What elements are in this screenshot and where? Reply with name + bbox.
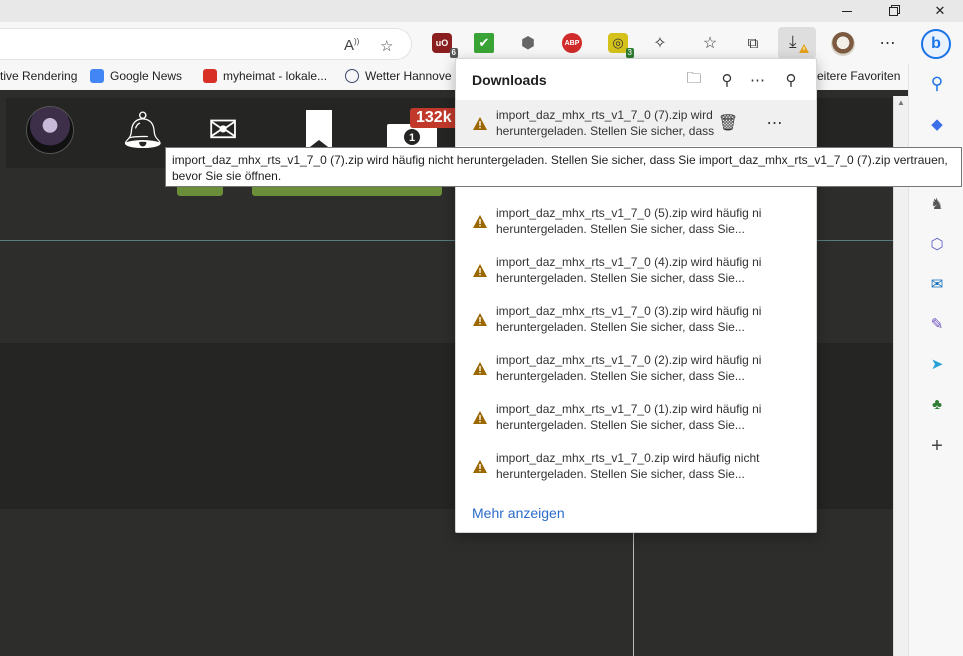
warning-icon [473, 460, 487, 473]
coin-extension-badge: 3 [625, 48, 634, 58]
microsoft-365-icon[interactable]: ⬡ [927, 234, 947, 254]
bell-icon[interactable]: 🔔︎ [120, 110, 166, 150]
download-status: heruntergeladen. Stellen Sie sicher, das… [496, 369, 745, 383]
download-filename: import_daz_mhx_rts_v1_7_0 (5).zip wird h… [496, 206, 762, 220]
warning-icon [473, 264, 487, 277]
send-icon[interactable]: ➤ [927, 354, 947, 374]
title-bar: ✕ [0, 0, 963, 22]
download-status: heruntergeladen. Stellen Sie sicher, das… [496, 467, 745, 481]
downloads-header: Downloads 🗀︎ ⚲ ⋯ ⚲ [456, 59, 816, 99]
close-window-button[interactable]: ✕ [917, 0, 963, 22]
pin-icon[interactable]: ⚲ [781, 70, 801, 90]
downloads-flyout: Downloads 🗀︎ ⚲ ⋯ ⚲ import_daz_mhx_rts_v1… [455, 58, 817, 533]
google-news-icon [90, 69, 104, 83]
warning-icon [473, 411, 487, 424]
warning-icon [473, 117, 487, 130]
favorite-item-rendering[interactable]: tive Rendering [0, 69, 77, 83]
add-sidebar-app-icon[interactable]: + [927, 435, 947, 457]
download-item[interactable]: import_daz_mhx_rts_v1_7_0 (2).zip wird h… [456, 345, 816, 391]
show-more-link[interactable]: Mehr anzeigen [472, 505, 565, 521]
close-icon: ✕ [934, 3, 946, 18]
open-folder-icon[interactable]: 🗀︎ [684, 70, 704, 90]
item-more-icon[interactable]: ⋯ [765, 113, 785, 133]
bookmark-icon[interactable] [302, 110, 336, 150]
ublock-badge: 6 [449, 48, 458, 58]
downloads-button[interactable]: ⤓ [778, 27, 816, 59]
delete-icon[interactable]: 🗑︎ [718, 113, 738, 133]
warning-icon [473, 215, 487, 228]
more-options-icon[interactable]: ⋯ [748, 70, 768, 90]
mail-icon[interactable]: ✉︎ [208, 110, 238, 150]
svg-text:1: 1 [409, 132, 415, 144]
collections-icon[interactable]: ⧉ [743, 33, 763, 53]
tree-icon[interactable]: ♣ [927, 394, 947, 414]
globe-icon [345, 69, 359, 83]
coin-extension-icon[interactable]: ◎ 3 [608, 33, 634, 58]
download-item[interactable]: import_daz_mhx_rts_v1_7_0 (1).zip wird h… [456, 394, 816, 440]
download-warning-icon [799, 44, 809, 53]
warning-icon [473, 313, 487, 326]
download-status: heruntergeladen. Stellen Sie sicher, das… [496, 271, 745, 285]
add-favorite-icon[interactable]: ☆ [380, 37, 393, 55]
download-filename: import_daz_mhx_rts_v1_7_0 (2).zip wird h… [496, 353, 762, 367]
minimize-icon [842, 10, 852, 12]
green-tab[interactable] [177, 186, 223, 196]
shopping-tag-icon[interactable]: ◆ [927, 114, 947, 134]
other-favorites[interactable]: eitere Favoriten [817, 69, 900, 83]
download-status: heruntergeladen. Stellen Sie sicher, das… [496, 222, 745, 236]
download-status: heruntergeladen. Stellen Sie sicher, das… [496, 320, 745, 334]
myheimat-icon [203, 69, 217, 83]
ublock-origin-icon[interactable]: uO 6 [432, 33, 458, 58]
restore-icon [888, 6, 898, 16]
minimize-button[interactable] [824, 0, 870, 22]
adblock-plus-icon[interactable]: ABP [562, 33, 582, 53]
downloads-title: Downloads [472, 72, 547, 88]
copilot-icon[interactable]: b [921, 29, 951, 59]
checkmark-extension-icon[interactable]: ✔ [474, 33, 494, 53]
search-downloads-icon[interactable]: ⚲ [717, 70, 737, 90]
favorite-item-google-news[interactable]: Google News [90, 69, 182, 83]
favorite-item-wetter[interactable]: Wetter Hannove [345, 69, 452, 83]
coin-counter-badge: 132k [410, 108, 458, 128]
download-item[interactable]: import_daz_mhx_rts_v1_7_0 (3).zip wird h… [456, 296, 816, 342]
read-aloud-icon[interactable]: A)) [344, 37, 359, 54]
designer-icon[interactable]: ✎ [927, 314, 947, 334]
outlook-icon[interactable]: ✉ [927, 274, 947, 294]
user-avatar[interactable] [26, 106, 74, 154]
download-item[interactable]: import_daz_mhx_rts_v1_7_0.zip wird häufi… [456, 443, 816, 489]
favorite-item-myheimat[interactable]: myheimat - lokale... [203, 69, 327, 83]
download-arrow-icon: ⤓ [789, 32, 797, 51]
address-bar[interactable]: A)) ☆ [0, 28, 412, 60]
restore-button[interactable] [870, 0, 916, 22]
download-item[interactable]: import_daz_mhx_rts_v1_7_0 (7).zip wird he… [456, 100, 816, 146]
profile-avatar[interactable] [831, 32, 855, 56]
extensions-puzzle-icon[interactable]: ✧ [650, 33, 670, 53]
download-filename: import_daz_mhx_rts_v1_7_0 (1).zip wird h… [496, 402, 762, 416]
games-icon[interactable]: ♞ [927, 194, 947, 214]
download-item[interactable]: import_daz_mhx_rts_v1_7_0 (5).zip wird h… [456, 198, 816, 244]
green-tab-wide[interactable] [252, 186, 442, 196]
favorites-icon[interactable]: ☆ [700, 33, 720, 53]
warning-icon [473, 362, 487, 375]
hexagon-extension-icon[interactable]: ⬢ [518, 33, 538, 53]
download-filename: import_daz_mhx_rts_v1_7_0 (4).zip wird h… [496, 255, 762, 269]
download-item[interactable]: import_daz_mhx_rts_v1_7_0 (4).zip wird h… [456, 247, 816, 293]
settings-menu-icon[interactable]: ⋯ [878, 33, 898, 53]
download-status: heruntergeladen. Stellen Sie sicher, das… [496, 418, 745, 432]
scroll-up-arrow-icon[interactable]: ▲ [897, 98, 905, 107]
search-icon[interactable]: ⚲ [927, 74, 947, 94]
download-filename: import_daz_mhx_rts_v1_7_0.zip wird häufi… [496, 451, 760, 465]
download-tooltip: import_daz_mhx_rts_v1_7_0 (7).zip wird h… [165, 147, 962, 187]
download-filename: import_daz_mhx_rts_v1_7_0 (3).zip wird h… [496, 304, 762, 318]
